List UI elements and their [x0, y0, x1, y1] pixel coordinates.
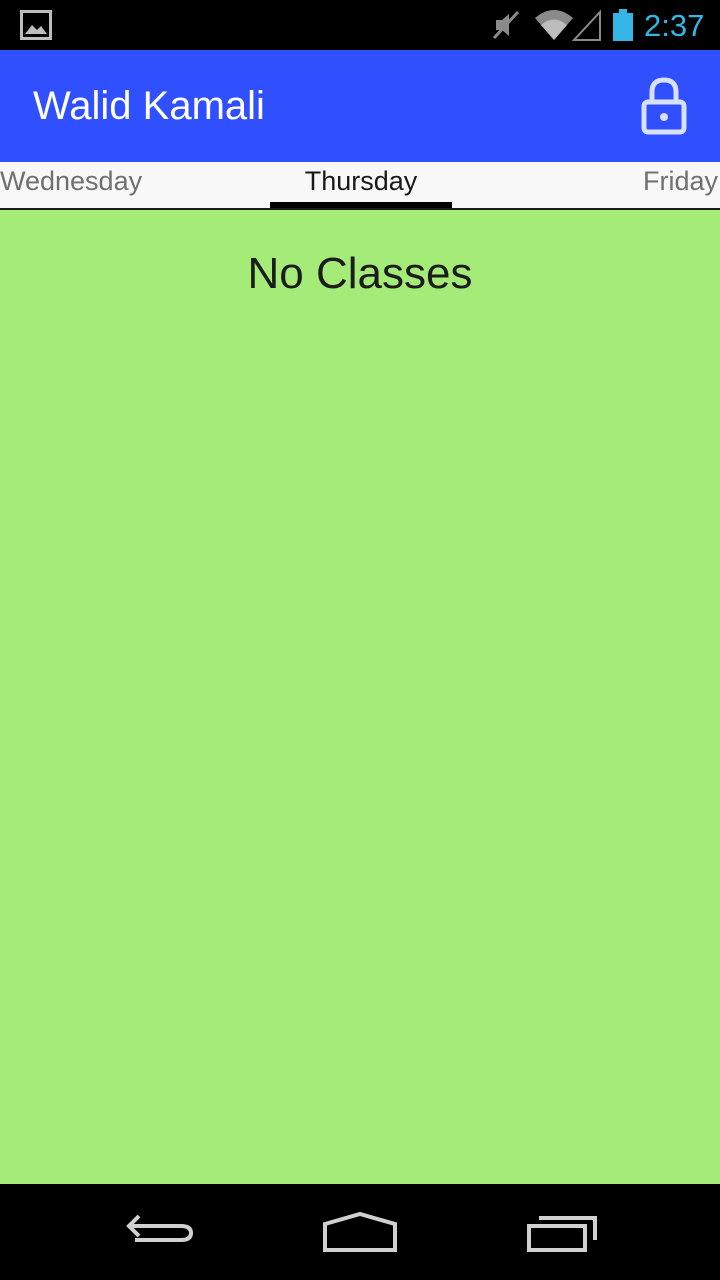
lock-button[interactable] [630, 72, 698, 140]
navigation-bar [0, 1184, 720, 1280]
empty-state-message: No Classes [247, 249, 473, 298]
battery-icon [613, 9, 633, 41]
home-button[interactable] [315, 1206, 405, 1258]
tab-thursday[interactable]: Thursday [270, 162, 452, 202]
lock-icon [641, 77, 687, 135]
image-notification-icon [20, 10, 52, 40]
recents-icon [527, 1216, 597, 1252]
page-title: Walid Kamali [33, 84, 265, 128]
recents-button[interactable] [517, 1206, 607, 1258]
muted-icon [492, 10, 520, 40]
day-tabs: Wednesday Thursday Friday [0, 162, 720, 210]
selected-tab-indicator [270, 202, 452, 208]
back-button[interactable] [115, 1206, 205, 1258]
back-icon [126, 1214, 194, 1242]
schedule-content: No Classes [0, 210, 720, 1184]
status-bar: 2:37 [0, 0, 720, 50]
status-clock: 2:37 [644, 8, 705, 43]
action-bar: Walid Kamali [0, 50, 720, 162]
tab-wednesday[interactable]: Wednesday [0, 162, 142, 202]
wifi-icon [535, 10, 573, 40]
home-icon [323, 1211, 397, 1252]
tab-friday[interactable]: Friday [643, 162, 718, 202]
signal-icon [572, 9, 601, 41]
